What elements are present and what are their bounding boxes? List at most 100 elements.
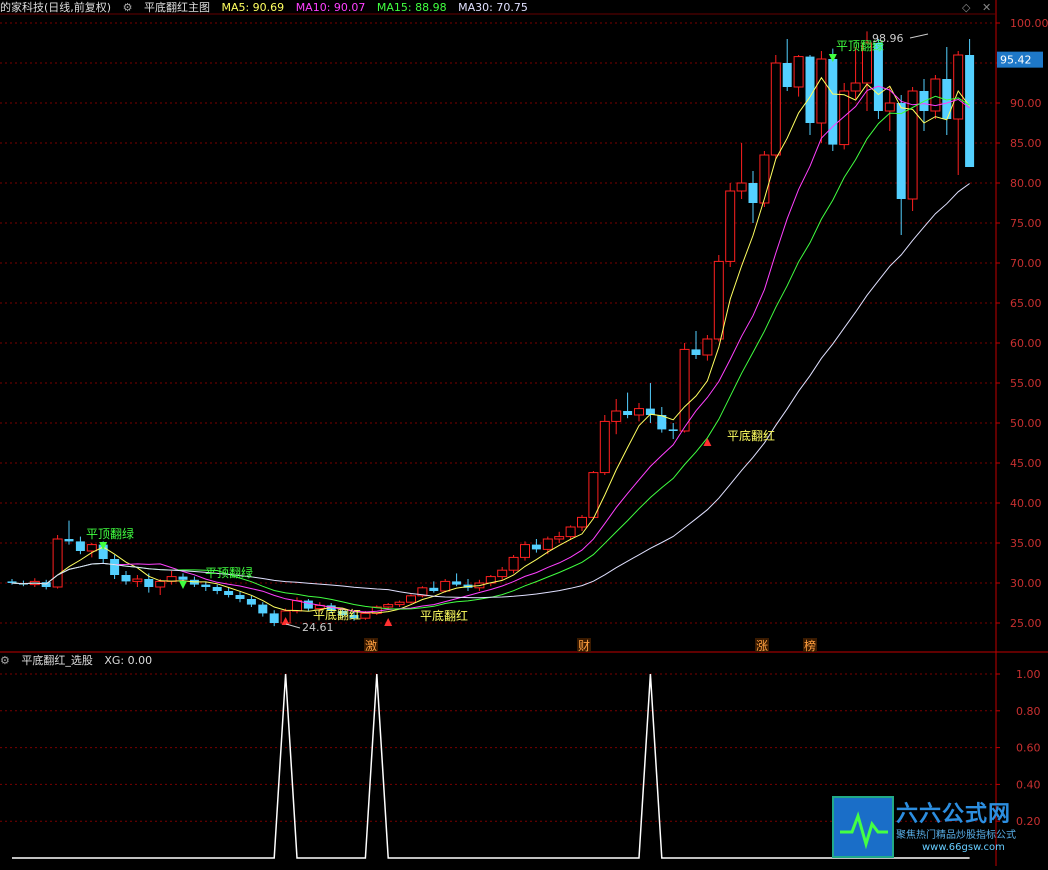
candle-body bbox=[873, 43, 883, 111]
candle-body bbox=[691, 349, 701, 355]
candle-body bbox=[577, 516, 587, 528]
event-marker-label: 涨 bbox=[756, 638, 768, 653]
candle-body bbox=[634, 408, 644, 416]
candle-body bbox=[599, 420, 610, 474]
event-marker-label: 激 bbox=[365, 639, 377, 653]
watermark-url: www.66gsw.com bbox=[922, 842, 1005, 853]
event-marker-label: 榜 bbox=[804, 638, 816, 653]
candle-body bbox=[303, 600, 313, 609]
ma30-label: MA30: 70.75 bbox=[458, 1, 528, 14]
candle-body bbox=[782, 63, 792, 87]
stock-title: 的家科技(日线,前复权) bbox=[0, 1, 112, 14]
candle-body bbox=[953, 54, 964, 120]
candle-body bbox=[212, 587, 222, 591]
candle-body bbox=[132, 578, 143, 582]
xg-signal-line bbox=[12, 673, 970, 859]
price-tick-label: 60.00 bbox=[1010, 337, 1042, 350]
candle-body bbox=[52, 538, 63, 588]
candle-body bbox=[224, 591, 234, 595]
candle-body bbox=[41, 582, 51, 587]
ma5-line bbox=[11, 76, 970, 614]
candle-body bbox=[360, 612, 371, 619]
candle-body bbox=[86, 544, 97, 552]
ma5-label: MA5: 90.69 bbox=[221, 1, 285, 14]
ma15-label: MA15: 88.98 bbox=[376, 1, 447, 14]
candle-body bbox=[75, 541, 85, 551]
candle-body bbox=[896, 103, 906, 199]
candle-body bbox=[531, 544, 541, 550]
candle-body bbox=[258, 604, 268, 614]
candle-body bbox=[235, 595, 245, 599]
candle-body bbox=[839, 90, 850, 146]
price-tick-label: 40.00 bbox=[1010, 497, 1042, 510]
candle-body bbox=[713, 260, 724, 340]
candle-body bbox=[440, 580, 451, 592]
price-tick-label: 70.00 bbox=[1010, 257, 1042, 270]
candle-body bbox=[736, 182, 747, 192]
sub-indicator-name[interactable]: 平底翻红_选股 bbox=[21, 654, 93, 667]
candle-body bbox=[201, 584, 211, 587]
candle-body bbox=[520, 544, 530, 558]
collapse-icon[interactable]: ◇ bbox=[962, 1, 970, 14]
candle-body bbox=[748, 183, 758, 203]
price-tick-label: 85.00 bbox=[1010, 137, 1042, 150]
current-price-label: 95.42 bbox=[1000, 54, 1032, 67]
price-tick-label: 90.00 bbox=[1010, 97, 1042, 110]
main-chart-header: 的家科技(日线,前复权) ⚙ 平底翻红主图 MA5: 90.69 MA10: 9… bbox=[0, 0, 536, 16]
signal-label: 平顶翻绿 bbox=[205, 565, 253, 580]
candle-body bbox=[965, 55, 975, 167]
ma30-line bbox=[11, 183, 970, 599]
candle-body bbox=[805, 56, 815, 123]
chart-canvas[interactable]: 100.0095.0090.0085.0080.0075.0070.0065.0… bbox=[0, 0, 1048, 866]
candle-body bbox=[155, 580, 166, 588]
candle-body bbox=[542, 538, 553, 550]
settings-gear-icon-sub[interactable]: ⚙ bbox=[0, 654, 10, 667]
kline-terminal: 100.0095.0090.0085.0080.0075.0070.0065.0… bbox=[0, 0, 1048, 866]
pulse-logo-icon bbox=[832, 796, 894, 858]
sub-tick-label: 0.60 bbox=[1016, 742, 1041, 755]
sub-tick-label: 1.00 bbox=[1016, 668, 1041, 681]
candle-body bbox=[565, 526, 576, 538]
candle-body bbox=[383, 604, 394, 608]
low-price-label: 24.61 bbox=[302, 621, 334, 634]
candle-body bbox=[121, 575, 131, 582]
candle-body bbox=[623, 411, 633, 415]
candle-body bbox=[668, 429, 678, 431]
signal-label: 平底翻红 bbox=[420, 608, 468, 623]
price-tick-label: 35.00 bbox=[1010, 537, 1042, 550]
buy-arrow-icon bbox=[384, 618, 393, 626]
settings-gear-icon[interactable]: ⚙ bbox=[123, 1, 133, 14]
candle-body bbox=[110, 559, 120, 575]
candle-body bbox=[292, 600, 302, 612]
watermark-subtitle: 聚焦热门精品炒股指标公式 bbox=[896, 830, 1016, 841]
price-tick-label: 55.00 bbox=[1010, 377, 1042, 390]
signal-label: 平底翻红 bbox=[727, 428, 775, 443]
candle-body bbox=[816, 58, 827, 124]
close-panel-icon[interactable]: ✕ bbox=[982, 1, 991, 14]
candle-body bbox=[611, 410, 622, 422]
sell-arrow-icon bbox=[179, 581, 187, 589]
candle-body bbox=[246, 599, 256, 605]
candle-body bbox=[702, 338, 713, 356]
high-price-label: 98.96 bbox=[872, 32, 904, 45]
candle-body bbox=[394, 601, 405, 606]
price-tick-label: 100.00 bbox=[1010, 17, 1048, 30]
candle-body bbox=[930, 78, 941, 112]
sub-tick-label: 0.40 bbox=[1016, 778, 1041, 791]
candle-body bbox=[429, 587, 439, 591]
price-tick-label: 25.00 bbox=[1010, 617, 1042, 630]
candle-body bbox=[725, 190, 736, 262]
price-tick-label: 30.00 bbox=[1010, 577, 1042, 590]
watermark-title: 六六公式网 bbox=[896, 802, 1012, 827]
candle-body bbox=[497, 569, 508, 578]
candle-body bbox=[850, 82, 861, 92]
candle-body bbox=[759, 154, 770, 204]
candle-body bbox=[178, 576, 188, 580]
indicator-name[interactable]: 平底翻红主图 bbox=[144, 1, 210, 14]
price-tick-label: 75.00 bbox=[1010, 217, 1042, 230]
sub-chart-header: ⚙ 平底翻红_选股 XG: 0.00 bbox=[0, 653, 160, 669]
low-pointer bbox=[285, 623, 301, 629]
ma10-label: MA10: 90.07 bbox=[295, 1, 366, 14]
window-controls: ◇ ✕ bbox=[962, 0, 999, 16]
xg-value-label: XG: 0.00 bbox=[104, 654, 153, 667]
